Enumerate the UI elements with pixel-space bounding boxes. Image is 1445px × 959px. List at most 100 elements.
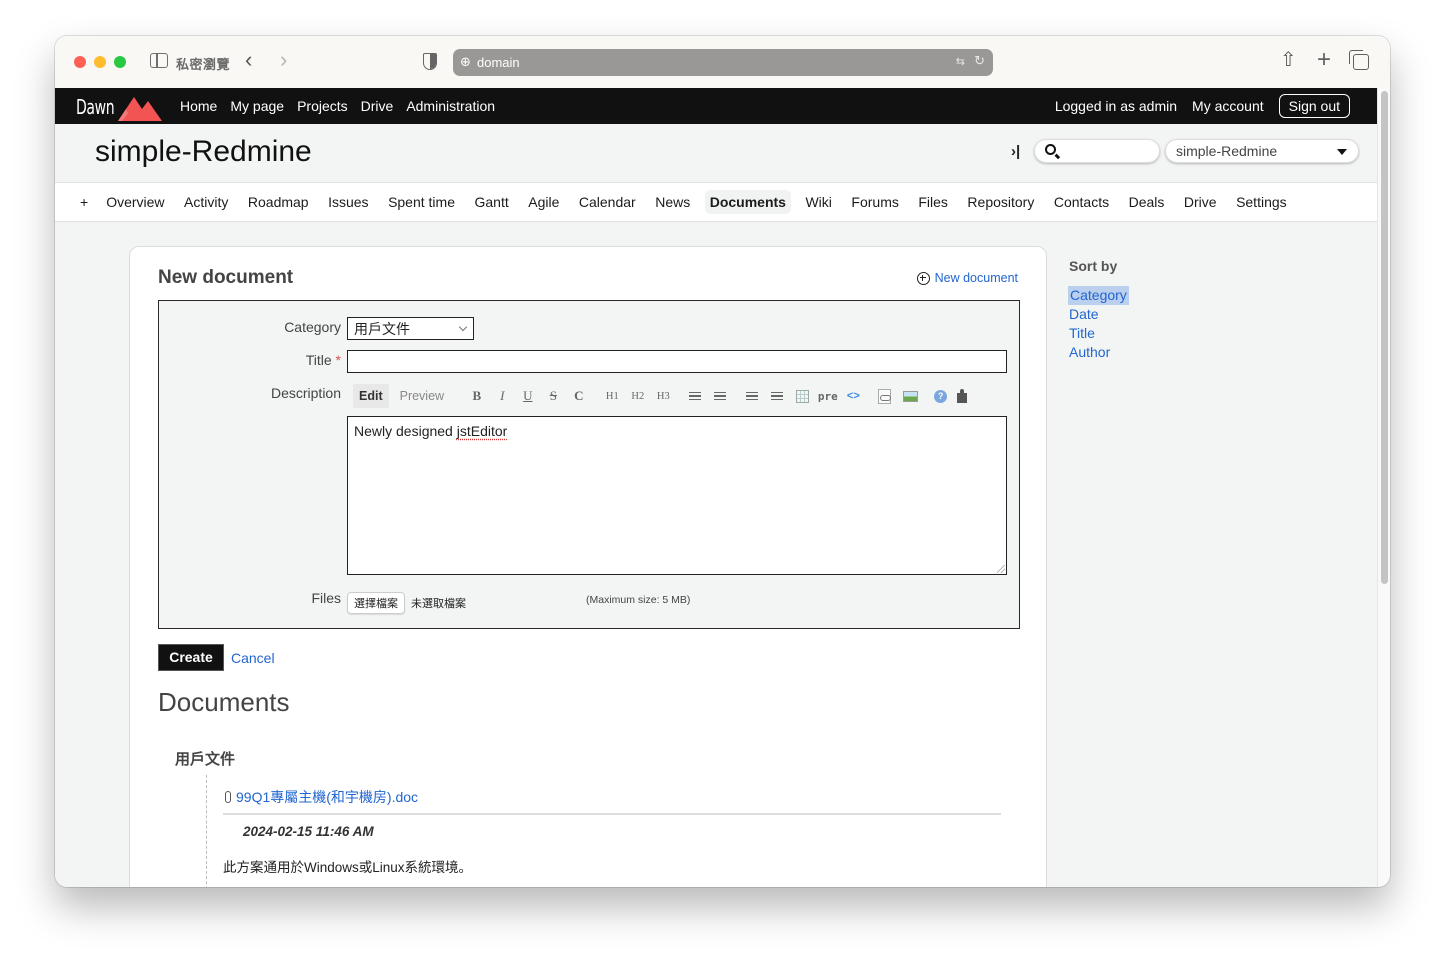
heading-1-icon[interactable]: H1 (600, 391, 626, 402)
code-block-icon[interactable]: <> (841, 390, 867, 402)
quote-icon[interactable] (739, 391, 765, 401)
misspelled-word: jstEditor (456, 423, 508, 439)
project-jump-select[interactable]: simple-Redmine (1165, 139, 1359, 163)
heading-3-icon[interactable]: H3 (651, 391, 677, 402)
tab-calendar[interactable]: Calendar (574, 190, 641, 214)
tab-repository[interactable]: Repository (962, 190, 1039, 214)
search-input[interactable] (1034, 139, 1160, 163)
sort-by-title[interactable]: Title (1069, 324, 1129, 343)
project-select-value: simple-Redmine (1176, 143, 1278, 159)
plugin-icon[interactable] (957, 389, 971, 403)
project-title: simple-Redmine (95, 135, 312, 168)
back-button[interactable]: ‹ (245, 49, 252, 71)
translate-icon[interactable]: ⇆ (956, 55, 965, 68)
logo-text: Dawn (76, 95, 115, 119)
document-link[interactable]: 99Q1專屬主機(和宇機房).doc (225, 787, 418, 807)
table-icon[interactable] (796, 389, 810, 403)
files-label: Files (311, 590, 341, 606)
top-menu-projects[interactable]: Projects (297, 98, 348, 114)
required-marker: * (335, 352, 341, 368)
private-browsing-label: 私密瀏覽 (176, 57, 231, 72)
tab-files[interactable]: Files (913, 190, 953, 214)
new-tab-icon[interactable]: + (1317, 48, 1331, 72)
project-header: simple-Redmine ›| simple-Redmine (55, 124, 1377, 182)
choose-file-button[interactable]: 選擇檔案 (347, 592, 405, 614)
underline-icon[interactable]: U (515, 388, 541, 404)
minimize-window-button[interactable] (94, 56, 106, 68)
editor-tab-preview[interactable]: Preview (394, 384, 450, 408)
top-menu-my-page[interactable]: My page (230, 98, 284, 114)
resize-handle[interactable] (997, 565, 1005, 573)
top-menu-drive[interactable]: Drive (361, 98, 394, 114)
bold-icon[interactable]: B (464, 388, 490, 404)
globe-icon: ⊕ (460, 54, 471, 69)
maximize-window-button[interactable] (114, 56, 126, 68)
tab-roadmap[interactable]: Roadmap (243, 190, 314, 214)
unquote-icon[interactable] (765, 391, 791, 401)
tab-contacts[interactable]: Contacts (1049, 190, 1114, 214)
top-menu-administration[interactable]: Administration (406, 98, 495, 114)
account-menu: Logged in as admin My account Sign out (1055, 94, 1350, 118)
privacy-shield-icon[interactable] (423, 53, 437, 70)
link-page-icon[interactable] (878, 388, 892, 404)
forward-button[interactable]: › (280, 49, 287, 71)
cancel-link[interactable]: Cancel (231, 650, 275, 666)
heading-2-icon[interactable]: H2 (625, 391, 651, 402)
scrollbar-thumb[interactable] (1381, 91, 1388, 584)
browser-chrome: 私密瀏覽 ‹ › ⊕ domain ⇆ ↻ ⇧ + (55, 36, 1390, 88)
document-title: 99Q1專屬主機(和宇機房).doc (236, 789, 419, 805)
tab-activity[interactable]: Activity (179, 190, 233, 214)
ordered-list-icon[interactable] (708, 391, 734, 401)
tab-gantt[interactable]: Gantt (470, 190, 514, 214)
new-document-link[interactable]: New document (916, 271, 1018, 285)
my-account-link[interactable]: My account (1192, 98, 1264, 114)
tab-overview-icon[interactable] (1349, 50, 1369, 70)
page-viewport: Dawn Home My page Projects Drive Adminis… (55, 88, 1377, 887)
tab-drive[interactable]: Drive (1179, 190, 1222, 214)
sidebar-collapse-icon[interactable]: ›| (1011, 143, 1020, 160)
tab-new-object[interactable]: + (75, 190, 93, 214)
italic-icon[interactable]: I (490, 388, 516, 404)
vertical-scrollbar[interactable] (1377, 88, 1390, 887)
strikethrough-icon[interactable]: S (541, 388, 567, 404)
url-text[interactable]: domain (477, 55, 520, 70)
tab-spent-time[interactable]: Spent time (383, 190, 460, 214)
tab-news[interactable]: News (650, 190, 695, 214)
tab-forums[interactable]: Forums (846, 190, 903, 214)
document-category-heading: 用戶文件 (175, 751, 236, 768)
tab-issues[interactable]: Issues (323, 190, 373, 214)
title-label: Title * (306, 352, 341, 368)
close-window-button[interactable] (74, 56, 86, 68)
sidebar: Sort by Category Date Title Author (1068, 258, 1129, 362)
unordered-list-icon[interactable] (682, 391, 708, 401)
image-icon[interactable] (903, 390, 919, 402)
tab-settings[interactable]: Settings (1231, 190, 1292, 214)
tab-deals[interactable]: Deals (1124, 190, 1170, 214)
tab-documents[interactable]: Documents (704, 190, 791, 214)
create-button[interactable]: Create (158, 644, 224, 671)
document-description: 此方案通用於Windows或Linux系統環境。 (223, 860, 473, 875)
sort-by-date[interactable]: Date (1069, 305, 1129, 324)
top-menu-home[interactable]: Home (180, 98, 217, 114)
reload-icon[interactable]: ↻ (974, 53, 985, 69)
tab-agile[interactable]: Agile (523, 190, 564, 214)
help-icon[interactable]: ? (934, 389, 948, 403)
editor-tab-edit[interactable]: Edit (353, 384, 389, 408)
inline-code-icon[interactable]: C (566, 388, 592, 404)
preformatted-icon[interactable]: pre (815, 390, 841, 403)
max-size-hint: (Maximum size: 5 MB) (586, 594, 691, 606)
sidebar-toggle-icon[interactable] (150, 53, 168, 68)
tab-overview[interactable]: Overview (101, 190, 169, 214)
add-circle-icon (916, 271, 930, 285)
share-icon[interactable]: ⇧ (1280, 49, 1297, 71)
search-icon (1045, 144, 1056, 155)
title-input[interactable] (347, 350, 1007, 373)
sort-by-category[interactable]: Category (1068, 286, 1129, 305)
address-bar[interactable]: ⊕ domain ⇆ ↻ (453, 49, 993, 76)
category-select[interactable]: 用戶文件 (347, 317, 474, 340)
sign-out-button[interactable]: Sign out (1278, 94, 1350, 118)
sort-by-author[interactable]: Author (1069, 343, 1129, 362)
top-menu: Home My page Projects Drive Administrati… (180, 98, 495, 114)
description-textarea[interactable]: Newly designed jstEditor (347, 416, 1007, 575)
tab-wiki[interactable]: Wiki (800, 190, 836, 214)
